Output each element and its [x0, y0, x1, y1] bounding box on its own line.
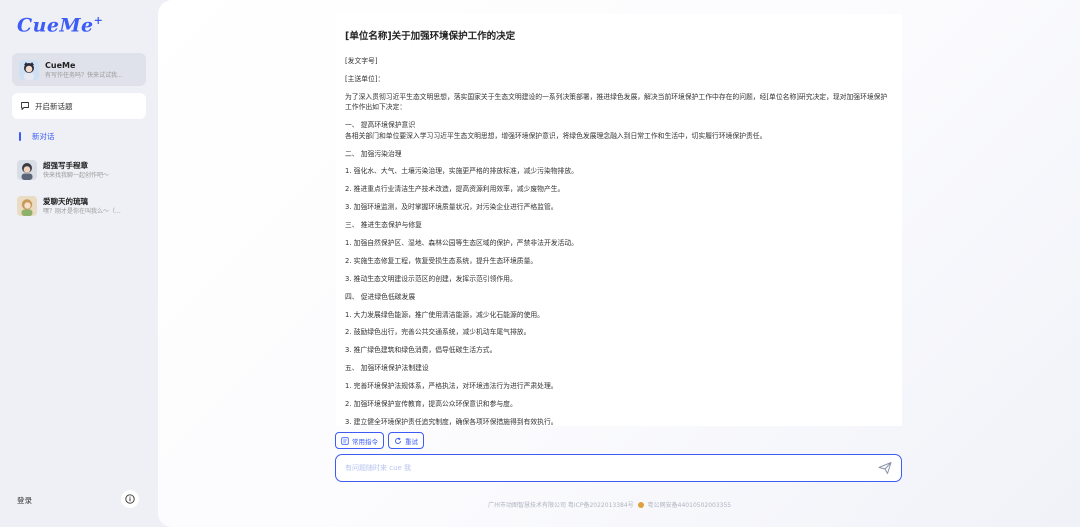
retry-button[interactable]: 重试	[388, 432, 424, 449]
document-line: 为了深入贯彻习近平生态文明思想，落实国家关于生态文明建设的一系列决策部署，推进绿…	[345, 92, 888, 111]
current-session-label: 新对话	[32, 132, 55, 141]
agent-title: CueMe	[45, 60, 76, 70]
login-link[interactable]: 登录	[17, 495, 32, 506]
session-title: 超强写手程章	[43, 161, 88, 170]
session-avatar	[17, 196, 37, 216]
command-icon	[341, 436, 349, 445]
document-line: 3. 建立健全环境保护责任追究制度，确保各项环保措施得到有效执行。	[345, 417, 558, 426]
active-indicator	[19, 132, 21, 141]
document-body: [发文字号] [主送单位]： 为了深入贯彻习近平生态文明思想，落实国家关于生态文明建…	[345, 56, 892, 426]
send-icon[interactable]	[877, 460, 893, 476]
document-line: 四、 促进绿色低碳发展	[345, 292, 416, 301]
document-line: 一、 提高环境保护意识	[345, 120, 416, 129]
document-line: 1. 完善环境保护法规体系，严格执法，对环境违法行为进行严肃处理。	[345, 382, 558, 391]
document-line: 2. 推进重点行业清洁生产技术改造，提高资源利用效率，减少废物产生。	[345, 185, 565, 194]
police-record[interactable]: 粤公网安备44010502003355	[648, 500, 731, 509]
document-line: 2. 鼓励绿色出行，完善公共交通系统，减少机动车尾气排放。	[345, 328, 531, 337]
session-subtitle: 快来找我聊一起创作吧～	[43, 172, 110, 179]
agent-avatar	[19, 59, 39, 80]
info-icon[interactable]	[121, 490, 139, 508]
document-line: 三、 推进生态保护与修复	[345, 221, 422, 230]
refresh-icon	[395, 436, 401, 444]
main-panel: [单位名称]关于加强环境保护工作的决定 [发文字号] [主送单位]： 为了深入贯彻习…	[158, 0, 1080, 527]
document-line: [发文字号]	[345, 57, 378, 65]
document-line: 2. 加强环境保护宣传教育，提高公众环保意识和参与度。	[345, 400, 517, 409]
session-avatar	[17, 160, 37, 180]
app-logo[interactable]: CueMe+	[17, 14, 103, 36]
document-line: 1. 大力发展绿色能源，推广使用清洁能源，减少化石能源的使用。	[345, 310, 544, 319]
document-line: 各相关部门和单位要深入学习习近平生态文明思想，增强环境保护意识，将绿色发展理念融…	[345, 131, 767, 140]
document-line: 二、 加强污染治理	[345, 149, 402, 158]
session-title: 爱聊天的琉璃	[43, 197, 88, 206]
agent-subtitle: 有写作任务吗？快来试试我...	[45, 71, 123, 79]
document-line: [主送单位]：	[345, 74, 385, 83]
document-title: [单位名称]关于加强环境保护工作的决定	[345, 31, 516, 42]
new-topic-button[interactable]: 开启新话题	[12, 93, 146, 119]
icp-license[interactable]: 广州市动图智慧技术有限公司 粤ICP备2022013384号	[488, 500, 634, 509]
common-commands-label: 常用指令	[352, 437, 378, 446]
retry-label: 重试	[405, 437, 418, 446]
footer: 广州市动图智慧技术有限公司 粤ICP备2022013384号 粤公网安备4401…	[488, 500, 731, 509]
chat-input[interactable]	[345, 464, 877, 472]
document-line: 3. 推广绿色建筑和绿色消费，倡导低碳生活方式。	[345, 346, 497, 355]
document-line: 3. 加强环境监测，及时掌握环境质量状况，对污染企业进行严格监管。	[345, 203, 558, 212]
sidebar-item-session[interactable]: 爱聊天的琉璃 嘿？刚才是你在叫我么～（...	[17, 196, 152, 216]
new-topic-label: 开启新话题	[35, 101, 73, 111]
response-document: [单位名称]关于加强环境保护工作的决定 [发文字号] [主送单位]： 为了深入贯彻习…	[336, 14, 902, 426]
session-subtitle: 嘿？刚才是你在叫我么～（...	[43, 208, 121, 215]
agent-card-cueme[interactable]: CueMe 有写作任务吗？快来试试我...	[12, 53, 146, 86]
police-badge-icon	[637, 501, 644, 508]
document-line: 3. 推动生态文明建设示范区的创建，发挥示范引领作用。	[345, 274, 517, 283]
sidebar: CueMe+ CueMe 有写作任务吗？快来试试我... 开启新话题 新对话 超…	[0, 0, 158, 527]
sidebar-item-current-session[interactable]: 新对话	[19, 131, 55, 142]
sidebar-item-session[interactable]: 超强写手程章 快来找我聊一起创作吧～	[17, 160, 152, 180]
document-line: 2. 实施生态修复工程，恢复受损生态系统，提升生态环境质量。	[345, 256, 538, 265]
document-line: 1. 加强自然保护区、湿地、森林公园等生态区域的保护，严禁非法开发活动。	[345, 239, 578, 248]
common-commands-button[interactable]: 常用指令	[335, 432, 384, 449]
chat-input-box[interactable]	[335, 454, 902, 482]
document-line: 1. 强化水、大气、土壤污染治理，实施更严格的排放标准，减少污染物排放。	[345, 167, 578, 176]
document-line: 五、 加强环境保护法制建设	[345, 364, 429, 373]
new-chat-icon	[21, 102, 29, 110]
message-actions: 常用指令 重试	[335, 432, 424, 449]
